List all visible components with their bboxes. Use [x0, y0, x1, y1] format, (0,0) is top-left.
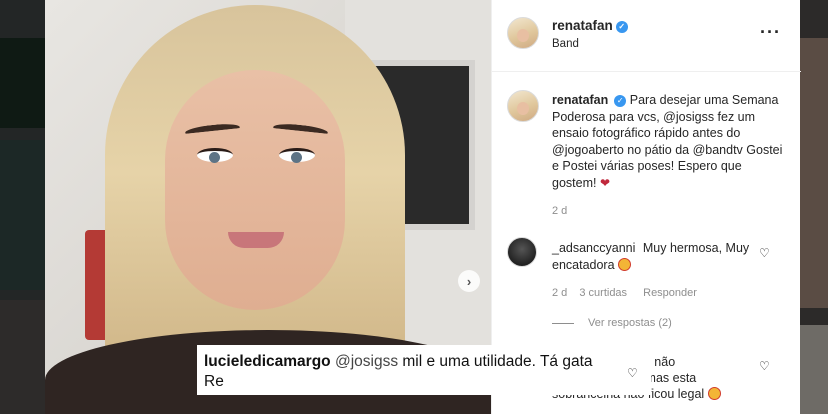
divider-line: [552, 322, 574, 324]
subtitle-line-2: Re: [204, 373, 224, 390]
more-options-icon[interactable]: ···: [760, 22, 781, 43]
caption-timestamp[interactable]: 2 d: [552, 205, 567, 217]
photo-face: [165, 70, 345, 310]
background-right-strip: [800, 0, 828, 414]
view-replies-button[interactable]: Ver respostas (2): [552, 317, 672, 329]
subtitle-mention: @josigss: [334, 353, 399, 370]
subtitle-line-1: lucieledicamargo @josigss mil e uma util…: [204, 352, 641, 372]
photo-lips: [228, 232, 284, 248]
reply-button[interactable]: Responder: [643, 287, 697, 299]
avatar[interactable]: [507, 17, 539, 49]
comment-likes[interactable]: 3 curtidas: [579, 287, 627, 299]
comment-avatar[interactable]: [507, 237, 537, 267]
verified-badge-icon: ✓: [614, 95, 627, 107]
smiling-face-emoji-icon: [618, 258, 632, 271]
background-thumbnail: [800, 38, 828, 308]
heart-outline-icon[interactable]: ♡: [759, 359, 770, 373]
photo-eye: [279, 148, 315, 163]
username-link[interactable]: renatafan: [552, 18, 613, 33]
view-replies-label: Ver respostas (2): [588, 317, 672, 329]
comment-item: _adsanccyanni Muy hermosa, Muy encatador…: [552, 240, 757, 274]
background-left-strip: [0, 0, 45, 414]
heart-outline-icon[interactable]: ♡: [627, 366, 638, 380]
caption-text: Para desejar uma Semana Poderosa para vc…: [552, 93, 783, 190]
comment-meta: 2 d 3 curtidas Responder: [552, 287, 706, 299]
verified-badge-icon: ✓: [615, 21, 628, 33]
background-thumbnail: [800, 325, 828, 414]
background-thumbnail: [0, 140, 45, 290]
comment-username[interactable]: _adsanccyanni: [552, 241, 635, 255]
heart-outline-icon[interactable]: ♡: [759, 246, 770, 260]
smiling-face-emoji-icon: [707, 387, 721, 400]
comment-timestamp[interactable]: 2 d: [552, 287, 567, 299]
chevron-right-icon: ›: [466, 273, 472, 289]
subtitle-text: mil e uma utilidade. Tá gata: [402, 353, 593, 370]
broken-heart-emoji-icon: ❤: [599, 175, 611, 190]
video-subtitle-overlay: lucieledicamargo @josigss mil e uma util…: [197, 345, 651, 395]
location-link[interactable]: Band: [552, 38, 579, 50]
photo-eye: [197, 148, 233, 163]
next-photo-button[interactable]: ›: [458, 270, 480, 292]
background-thumbnail: [0, 300, 45, 414]
caption-username[interactable]: renatafan: [552, 93, 608, 107]
caption-avatar[interactable]: [507, 90, 539, 122]
post-header: renatafan ✓ Band ···: [492, 0, 801, 72]
subtitle-username: lucieledicamargo: [204, 353, 331, 370]
post-caption: renatafan ✓ Para desejar uma Semana Poder…: [552, 92, 787, 191]
background-thumbnail: [0, 38, 45, 128]
header-username-row: renatafan ✓: [552, 18, 628, 33]
